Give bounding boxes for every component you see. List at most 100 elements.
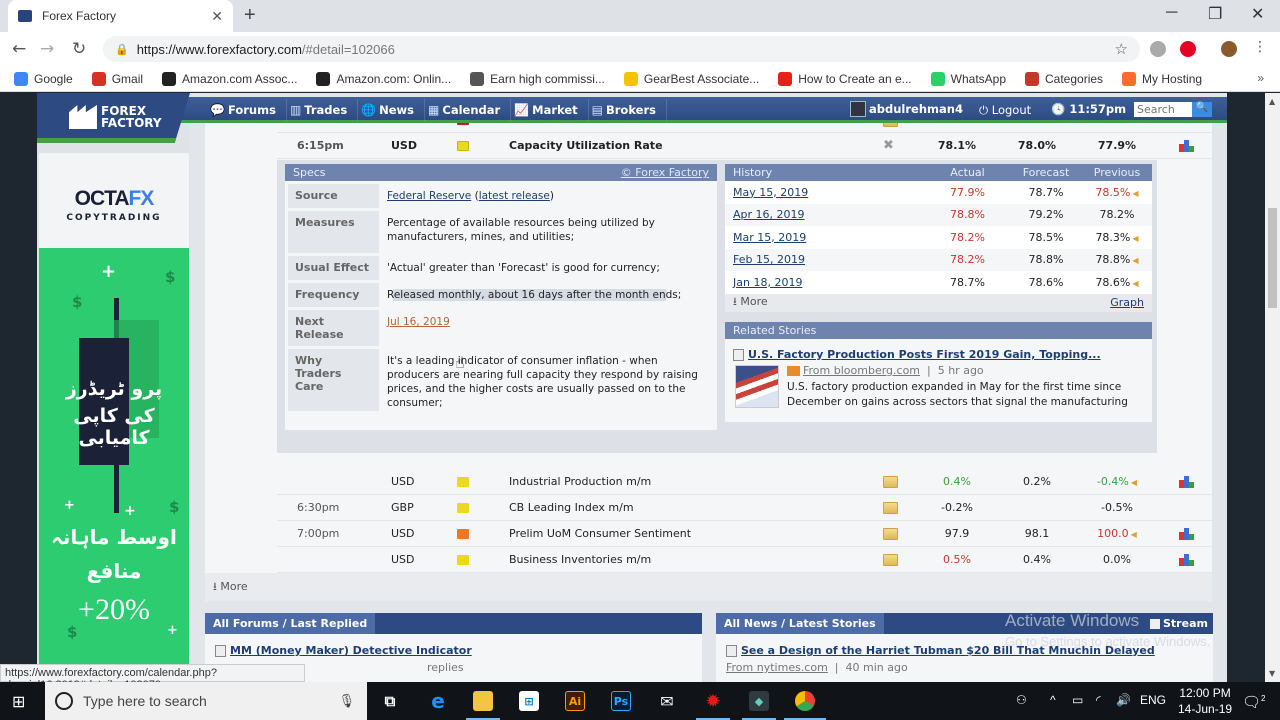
wifi-icon[interactable]: ◜ <box>1096 693 1101 707</box>
site-search-input[interactable] <box>1134 102 1192 117</box>
calendar-row[interactable]: 6:30pm GBP CB Leading Index m/m -0.2% -0… <box>277 495 1212 521</box>
bookmark-item[interactable]: GearBest Associate... <box>623 71 759 86</box>
edge-icon[interactable]: e <box>428 689 448 713</box>
reload-button[interactable]: ↻ <box>72 39 86 59</box>
pinterest-extension-icon[interactable] <box>1180 41 1196 57</box>
taskbar-search[interactable]: Type here to search 🎙 <box>45 682 367 720</box>
language-indicator[interactable]: ENG <box>1140 693 1166 707</box>
story-source-link[interactable]: From bloomberg.com <box>803 364 920 377</box>
illustrator-icon[interactable]: Ai <box>565 691 585 711</box>
new-tab-button[interactable]: + <box>244 4 256 27</box>
graph-link[interactable]: Graph <box>1110 296 1144 309</box>
filmora-icon[interactable]: ◆ <box>749 691 769 711</box>
graph-icon[interactable] <box>1179 553 1195 566</box>
nav-forums[interactable]: 💬 Forums <box>207 99 287 121</box>
bookmark-item[interactable]: Earn high commissi... <box>470 71 605 86</box>
bookmark-item[interactable]: Amazon.com: Onlin... <box>316 71 451 86</box>
detail-folder-icon[interactable] <box>883 527 898 540</box>
url-field[interactable]: 🔒 https://www.forexfactory.com/#detail=1… <box>103 36 1140 62</box>
profile-avatar[interactable] <box>1221 41 1237 57</box>
site-clock[interactable]: 🕓 11:57pm <box>1051 102 1126 116</box>
chrome-icon[interactable] <box>795 691 815 711</box>
bookmark-item[interactable]: My Hosting <box>1122 71 1202 86</box>
calendar-more-link[interactable]: ⭳ More <box>213 578 248 597</box>
logout-link[interactable]: ⏻ Logout <box>979 103 1031 118</box>
nav-brokers[interactable]: ▤ Brokers <box>589 99 667 121</box>
close-tab-icon[interactable]: ✕ <box>211 8 223 25</box>
detail-folder-icon[interactable] <box>883 501 898 514</box>
site-logo[interactable]: FOREX FACTORY <box>37 93 190 143</box>
stream-toggle[interactable]: Stream <box>1150 617 1208 630</box>
forum-thread-link[interactable]: MM (Money Maker) Detective Indicator <box>230 644 472 657</box>
forward-button[interactable]: → <box>40 39 54 59</box>
more-history-link[interactable]: ⭳ More <box>733 293 768 312</box>
bookmarks-overflow-icon[interactable]: » <box>1257 71 1264 85</box>
detail-folder-icon[interactable] <box>883 475 898 488</box>
history-date[interactable]: May 15, 2019 <box>725 186 925 199</box>
story-thumbnail-flag[interactable] <box>735 365 779 408</box>
nav-calendar[interactable]: ▦ Calendar <box>425 99 512 121</box>
notifications-icon[interactable]: 🗨2 <box>1242 693 1266 711</box>
bookmark-item[interactable]: Gmail <box>91 71 143 86</box>
power-icon[interactable]: ▭ <box>1072 693 1083 707</box>
forex-factory-link[interactable]: © Forex Factory <box>621 166 709 179</box>
nav-market[interactable]: 📈 Market <box>511 99 589 121</box>
browser-tab[interactable]: Forex Factory ✕ <box>8 0 233 32</box>
close-window-button[interactable]: ✕ <box>1251 4 1264 24</box>
app-gear-icon[interactable]: ✹ <box>703 691 723 712</box>
restore-button[interactable]: ❐ <box>1208 4 1222 24</box>
latest-release-link[interactable]: latest release <box>479 190 550 202</box>
bookmark-star-icon[interactable]: ☆ <box>1115 40 1128 58</box>
bookmark-item[interactable]: Amazon.com Assoc... <box>162 71 297 86</box>
bookmark-item[interactable]: Google <box>14 71 73 86</box>
octafx-ad-banner[interactable]: OCTAFX COPYTRADING + $ $ پرو ٹریڈرز کی ک… <box>39 153 189 682</box>
tray-expand-icon[interactable]: ^ <box>1050 693 1056 707</box>
next-release-link[interactable]: Jul 16, 2019 <box>387 316 450 328</box>
nav-news[interactable]: 🌐 News <box>358 99 426 121</box>
nav-trades[interactable]: ▥ Trades <box>287 99 359 121</box>
history-date[interactable]: Mar 15, 2019 <box>725 231 925 244</box>
microphone-icon[interactable]: 🎙 <box>338 693 355 709</box>
calendar-row[interactable]: USD Business Inventories m/m 0.5% 0.4% 0… <box>277 547 1212 573</box>
taskbar-clock[interactable]: 12:00 PM 14-Jun-19 <box>1178 685 1232 717</box>
news-box-title[interactable]: All News / Latest Stories <box>716 613 884 634</box>
user-menu[interactable]: abdulrehman4 <box>850 101 963 117</box>
mail-icon[interactable]: ✉ <box>657 691 677 711</box>
federal-reserve-link[interactable]: Federal Reserve <box>387 190 471 202</box>
address-bar-row: ← → ↻ 🔒 https://www.forexfactory.com/#de… <box>0 32 1280 66</box>
calendar-row[interactable]: 7:00pm USD Prelim UoM Consumer Sentiment… <box>277 521 1212 547</box>
graph-icon[interactable] <box>1179 527 1195 540</box>
scrollbar-thumb[interactable] <box>1268 208 1277 308</box>
back-button[interactable]: ← <box>12 39 26 59</box>
photoshop-icon[interactable]: Ps <box>611 691 631 711</box>
story-link[interactable]: U.S. Factory Production Posts First 2019… <box>748 348 1101 361</box>
skype-extension-icon[interactable] <box>1150 41 1166 57</box>
bookmark-item[interactable]: WhatsApp <box>930 71 1006 86</box>
event-currency: USD <box>391 475 415 488</box>
spec-label: Source <box>288 184 379 208</box>
windows-start-icon[interactable]: ⊞ <box>12 692 25 711</box>
menu-icon[interactable]: ⋮ <box>1253 39 1267 55</box>
stream-checkbox[interactable] <box>1150 618 1160 629</box>
graph-icon[interactable] <box>1179 475 1195 488</box>
minimize-button[interactable]: ─ <box>1166 4 1177 22</box>
search-icon[interactable]: 🔍 <box>1192 102 1212 117</box>
task-view-icon[interactable]: ⧉ <box>380 691 400 711</box>
forums-box-title[interactable]: All Forums / Last Replied <box>205 613 376 634</box>
news-source-link[interactable]: From nytimes.com <box>726 661 828 674</box>
scroll-down-arrow[interactable]: ▼ <box>1269 669 1275 678</box>
history-date[interactable]: Jan 18, 2019 <box>725 276 925 289</box>
page-scrollbar[interactable]: ▲ ▼ <box>1265 93 1280 682</box>
history-date[interactable]: Apr 16, 2019 <box>725 208 925 221</box>
store-icon[interactable]: ⊞ <box>519 691 539 711</box>
file-explorer-icon[interactable] <box>473 691 493 711</box>
bookmark-item[interactable]: Categories <box>1025 71 1103 86</box>
people-icon[interactable]: ⚇ <box>1016 693 1027 707</box>
scroll-up-arrow[interactable]: ▲ <box>1269 97 1275 106</box>
cpanel-icon <box>1122 71 1137 86</box>
calendar-row[interactable]: USD Industrial Production m/m 0.4% 0.2% … <box>277 469 1212 495</box>
bookmark-item[interactable]: How to Create an e... <box>778 71 912 86</box>
volume-icon[interactable]: 🔊 <box>1116 693 1131 707</box>
detail-folder-icon[interactable] <box>883 553 898 566</box>
history-date[interactable]: Feb 15, 2019 <box>725 253 925 266</box>
